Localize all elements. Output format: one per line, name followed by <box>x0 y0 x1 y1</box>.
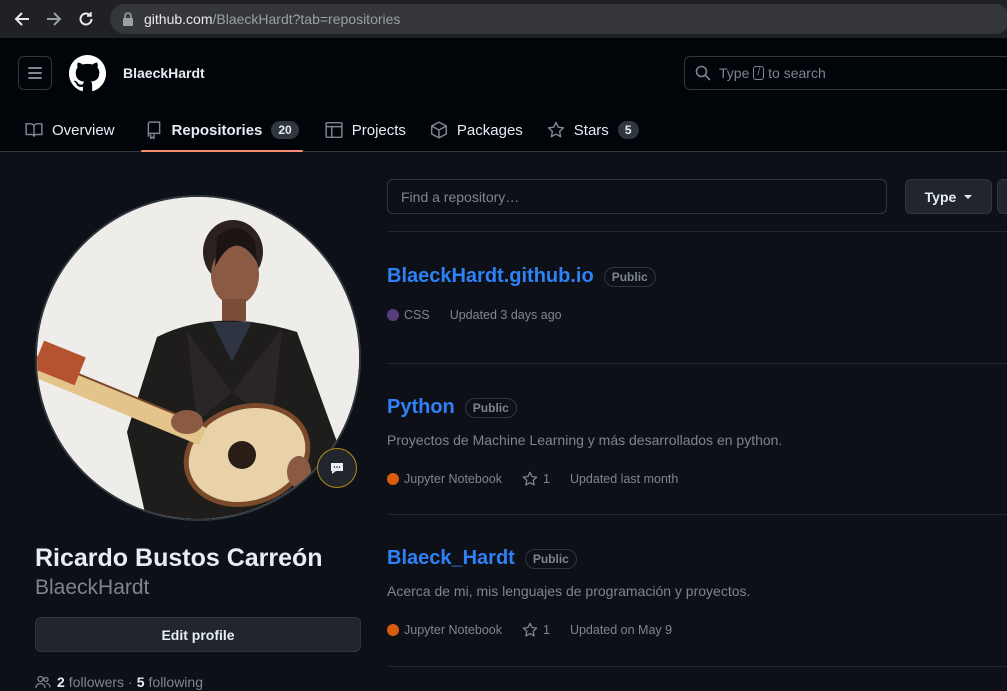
following-count[interactable]: 5 <box>137 674 145 690</box>
url-host: github.com <box>144 11 213 27</box>
search-icon <box>695 65 711 81</box>
star-count: 1 <box>542 623 550 637</box>
tab-stars[interactable]: Stars 5 <box>535 108 651 152</box>
repo-language: CSS <box>387 308 430 322</box>
lock-icon <box>123 12 133 26</box>
language-filter-button[interactable] <box>997 179 1007 214</box>
address-bar[interactable]: github.com/BlaeckHardt?tab=repositories <box>110 4 1007 34</box>
reload-icon <box>79 12 93 26</box>
arrow-right-icon <box>47 12 62 26</box>
avatar[interactable] <box>35 195 361 521</box>
set-status-button[interactable] <box>317 448 357 488</box>
repo-item: BlaeckHardt.github.io Public CSS Updated… <box>387 232 1007 364</box>
caret-down-icon <box>964 194 973 199</box>
tab-label: Packages <box>456 121 523 139</box>
tab-label: Stars <box>573 121 609 139</box>
repo-name-link[interactable]: Blaeck_Hardt <box>387 547 515 570</box>
profile-username: BlaeckHardt <box>35 576 150 599</box>
repo-item: Blaeck_Hardt Public Acerca de mi, mis le… <box>387 515 1007 667</box>
context-username[interactable]: BlaeckHardt <box>123 65 205 81</box>
url-path: /BlaeckHardt?tab=repositories <box>212 11 401 27</box>
repositories-count-badge: 20 <box>271 121 299 139</box>
follow-stats: 2 followers · 5 following <box>35 674 203 690</box>
followers-count[interactable]: 2 <box>57 674 65 690</box>
profile-fullname: Ricardo Bustos Carreón <box>35 544 323 572</box>
avatar-container <box>35 195 361 521</box>
visibility-badge: Public <box>524 548 577 569</box>
browser-toolbar: github.com/BlaeckHardt?tab=repositories <box>0 0 1007 38</box>
follow-separator: · <box>128 674 133 690</box>
repo-icon <box>147 121 160 139</box>
back-button[interactable] <box>10 7 34 31</box>
star-count: 1 <box>542 472 550 486</box>
table-icon <box>325 121 343 139</box>
language-name: Jupyter Notebook <box>404 623 502 637</box>
package-icon <box>430 121 447 139</box>
tab-repositories[interactable]: Repositories 20 <box>133 108 311 152</box>
repo-description: Acerca de mi, mis lenguajes de programac… <box>387 583 751 599</box>
language-color-dot <box>387 473 399 485</box>
repo-name-link[interactable]: Python <box>387 396 455 419</box>
search-input[interactable]: Type / to search <box>684 56 1007 90</box>
edit-profile-button[interactable]: Edit profile <box>35 617 361 652</box>
repo-stars[interactable]: 1 <box>522 471 550 487</box>
profile-tabs: Overview Repositories 20 Projects Packag… <box>0 108 651 152</box>
star-icon <box>522 622 538 637</box>
star-icon <box>547 121 564 138</box>
repository-list: BlaeckHardt.github.io Public CSS Updated… <box>387 231 1007 667</box>
tab-label: Repositories <box>171 121 263 139</box>
search-shortcut-key: / <box>753 66 765 80</box>
repo-item: Python Public Proyectos de Machine Learn… <box>387 364 1007 515</box>
forward-button[interactable] <box>42 7 66 31</box>
book-icon <box>25 123 43 137</box>
tab-packages[interactable]: Packages <box>418 108 535 152</box>
followers-link[interactable]: followers <box>69 674 124 690</box>
repo-description: Proyectos de Machine Learning y más desa… <box>387 432 783 448</box>
reload-button[interactable] <box>74 7 98 31</box>
people-icon <box>35 675 51 689</box>
arrow-left-icon <box>14 12 29 26</box>
tab-label: Overview <box>52 121 115 139</box>
speech-bubble-icon <box>331 463 343 474</box>
type-filter-label: Type <box>924 188 957 205</box>
tab-overview[interactable]: Overview <box>0 108 127 152</box>
github-logo-icon[interactable] <box>69 55 106 92</box>
following-link[interactable]: following <box>149 674 203 690</box>
repo-language: Jupyter Notebook <box>387 623 502 637</box>
github-header: BlaeckHardt Type / to search Overview Re… <box>0 38 1007 152</box>
tab-projects[interactable]: Projects <box>313 108 418 152</box>
language-name: CSS <box>404 308 430 322</box>
tab-label: Projects <box>351 121 406 139</box>
search-prefix: Type <box>719 65 750 81</box>
visibility-badge: Public <box>464 397 517 418</box>
language-color-dot <box>387 309 399 321</box>
repo-language: Jupyter Notebook <box>387 472 502 486</box>
search-suffix: to search <box>768 65 826 81</box>
visibility-badge: Public <box>603 266 656 287</box>
language-color-dot <box>387 624 399 636</box>
repo-stars[interactable]: 1 <box>522 622 550 638</box>
menu-button[interactable] <box>18 56 52 90</box>
type-filter-button[interactable]: Type <box>905 179 992 214</box>
repo-updated: Updated on May 9 <box>569 623 673 637</box>
find-repository-input[interactable]: Find a repository… <box>387 179 887 214</box>
stars-count-badge: 5 <box>617 121 639 139</box>
repo-updated: Updated last month <box>569 472 679 486</box>
star-icon <box>522 471 538 486</box>
avatar-photo <box>37 197 359 519</box>
repo-name-link[interactable]: BlaeckHardt.github.io <box>387 265 594 288</box>
language-name: Jupyter Notebook <box>404 472 502 486</box>
repo-updated: Updated 3 days ago <box>449 308 562 322</box>
